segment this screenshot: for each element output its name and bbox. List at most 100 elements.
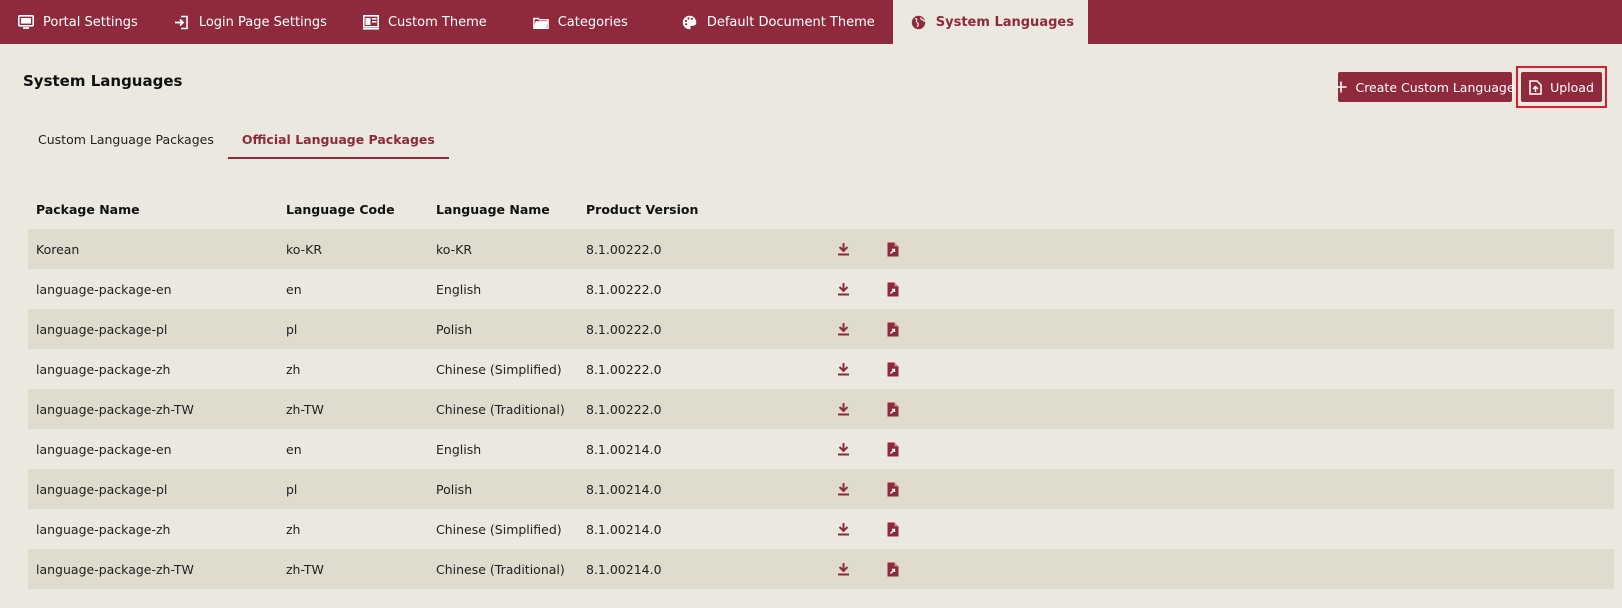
tab-label: Custom Theme — [387, 14, 487, 30]
cell-language-name: Chinese (Simplified) — [436, 521, 562, 537]
cell-language-code: pl — [286, 481, 298, 497]
cell-language-code: ko-KR — [286, 241, 323, 257]
export-file-icon[interactable] — [887, 282, 899, 297]
download-icon[interactable] — [837, 522, 850, 536]
tab-label: System Languages — [935, 14, 1074, 30]
table-row: language-package-zh-TW zh-TW Chinese (Trad… — [28, 389, 1614, 429]
cell-language-code: zh — [286, 521, 301, 537]
header-language-name: Language Name — [436, 201, 550, 217]
export-file-icon[interactable] — [887, 322, 899, 337]
cell-language-name: English — [436, 441, 482, 457]
cell-package-name: Korean — [36, 241, 80, 257]
cell-package-name: language-package-pl — [36, 481, 168, 497]
cell-language-name: Chinese (Traditional) — [436, 561, 565, 577]
tab-login-page-settings[interactable]: Login Page Settings — [156, 0, 345, 44]
cell-language-code: zh-TW — [286, 561, 324, 577]
table-row: language-package-zh zh Chinese (Simplified… — [28, 509, 1614, 549]
cell-language-name: Polish — [436, 481, 473, 497]
cell-language-code: en — [286, 281, 302, 297]
upload-button-highlight: Upload — [1516, 66, 1607, 108]
create-custom-language-button[interactable]: Create Custom Language — [1335, 72, 1515, 102]
table-row: language-package-en en English 8.1.00214.0 — [28, 429, 1614, 469]
cell-package-name: language-package-en — [36, 441, 172, 457]
table-row: language-package-zh zh Chinese (Simplified… — [28, 349, 1614, 389]
export-file-icon[interactable] — [887, 562, 899, 577]
download-icon[interactable] — [837, 322, 850, 336]
file-upload-icon — [1529, 79, 1542, 95]
export-file-icon[interactable] — [887, 402, 899, 417]
cell-package-name: language-package-zh-TW — [36, 401, 194, 417]
tab-default-document-theme[interactable]: Default Document Theme — [656, 0, 893, 44]
top-tab-bar: Portal Settings Login Page Settings Cust… — [0, 0, 1622, 44]
folder-icon — [532, 14, 549, 30]
cell-language-code: zh — [286, 361, 301, 377]
tab-portal-settings[interactable]: Portal Settings — [0, 0, 156, 44]
cell-product-version: 8.1.00222.0 — [586, 281, 662, 297]
language-package-tabs: Custom Language Packages Official Langua… — [24, 126, 449, 160]
page-title: System Languages — [23, 72, 183, 90]
download-icon[interactable] — [837, 562, 850, 576]
monitor-icon — [18, 14, 34, 30]
cell-language-name: ko-KR — [436, 241, 473, 257]
cell-product-version: 8.1.00214.0 — [586, 481, 662, 497]
tab-label: Default Document Theme — [706, 14, 875, 30]
download-icon[interactable] — [837, 282, 850, 296]
download-icon[interactable] — [837, 402, 850, 416]
create-custom-language-label: Create Custom Language — [1355, 79, 1515, 95]
download-icon[interactable] — [837, 362, 850, 376]
cell-product-version: 8.1.00222.0 — [586, 241, 662, 257]
cell-language-name: Polish — [436, 321, 473, 337]
cell-language-code: en — [286, 441, 302, 457]
header-package-name: Package Name — [36, 201, 140, 217]
cell-package-name: language-package-zh-TW — [36, 561, 194, 577]
export-file-icon[interactable] — [887, 242, 899, 257]
tab-categories[interactable]: Categories — [505, 0, 656, 44]
cell-product-version: 8.1.00214.0 — [586, 521, 662, 537]
export-file-icon[interactable] — [887, 362, 899, 377]
download-icon[interactable] — [837, 242, 850, 256]
cell-language-name: Chinese (Simplified) — [436, 361, 562, 377]
cell-product-version: 8.1.00214.0 — [586, 561, 662, 577]
cell-product-version: 8.1.00222.0 — [586, 361, 662, 377]
table-row: language-package-en en English 8.1.00222.0 — [28, 269, 1614, 309]
header-product-version: Product Version — [586, 201, 699, 217]
tab-official-language-packages[interactable]: Official Language Packages — [227, 126, 449, 159]
tab-custom-theme[interactable]: Custom Theme — [345, 0, 505, 44]
cell-product-version: 8.1.00222.0 — [586, 321, 662, 337]
table-row: language-package-pl pl Polish 8.1.00214.0 — [28, 469, 1614, 509]
export-file-icon[interactable] — [887, 482, 899, 497]
table-row: language-package-pl pl Polish 8.1.00222.0 — [28, 309, 1614, 349]
cell-product-version: 8.1.00214.0 — [586, 441, 662, 457]
table-row: language-package-zh-TW zh-TW Chinese (Trad… — [28, 549, 1614, 589]
cell-product-version: 8.1.00222.0 — [586, 401, 662, 417]
tab-label: Login Page Settings — [198, 14, 327, 30]
login-icon — [174, 14, 190, 30]
tab-custom-language-packages[interactable]: Custom Language Packages — [24, 126, 228, 159]
plus-icon — [1335, 81, 1347, 93]
tab-label: Portal Settings — [43, 14, 138, 30]
cell-package-name: language-package-zh — [36, 361, 171, 377]
export-file-icon[interactable] — [887, 442, 899, 457]
globe-icon — [911, 14, 927, 30]
cell-language-code: zh-TW — [286, 401, 324, 417]
language-packages-table: Package Name Language Code Language Name… — [28, 189, 1614, 589]
theme-icon — [362, 14, 379, 30]
cell-package-name: language-package-pl — [36, 321, 168, 337]
tab-system-languages[interactable]: System Languages — [892, 0, 1088, 44]
cell-language-name: English — [436, 281, 482, 297]
upload-button[interactable]: Upload — [1521, 72, 1602, 102]
table-row: Korean ko-KR ko-KR 8.1.00222.0 — [28, 229, 1614, 269]
download-icon[interactable] — [837, 482, 850, 496]
upload-label: Upload — [1550, 79, 1594, 95]
cell-language-code: pl — [286, 321, 298, 337]
cell-package-name: language-package-en — [36, 281, 172, 297]
header-language-code: Language Code — [286, 201, 395, 217]
table-body: Korean ko-KR ko-KR 8.1.00222.0 language-pack… — [28, 229, 1614, 589]
download-icon[interactable] — [837, 442, 850, 456]
cell-package-name: language-package-zh — [36, 521, 171, 537]
palette-icon — [682, 14, 698, 30]
export-file-icon[interactable] — [887, 522, 899, 537]
tab-label: Categories — [557, 14, 628, 30]
table-header: Package Name Language Code Language Name… — [28, 189, 1614, 229]
cell-language-name: Chinese (Traditional) — [436, 401, 565, 417]
